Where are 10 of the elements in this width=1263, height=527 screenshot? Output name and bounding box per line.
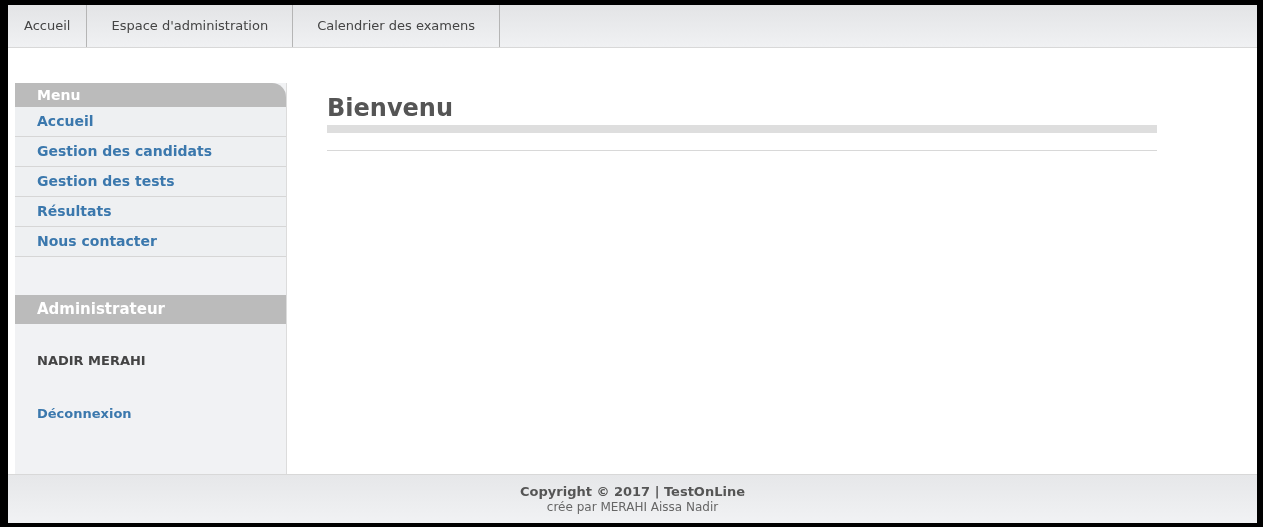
copyright-text: Copyright © 2017 | TestOnLine [520,484,745,500]
nav-tab[interactable]: Calendrier des examens [293,5,500,47]
credit-text: crée par MERAHI Aissa Nadir [546,500,719,514]
nav-tab[interactable]: Espace d'administration [87,5,294,47]
nav-tab[interactable]: Accueil [8,5,88,47]
sidebar-heading: Administrateur [15,295,286,324]
logout-link[interactable]: Déconnexion [15,403,286,423]
page-heading: Bienvenu [327,93,454,123]
sidebar-heading: Menu [15,83,286,107]
user-name: NADIR MERAHI [36,352,147,370]
